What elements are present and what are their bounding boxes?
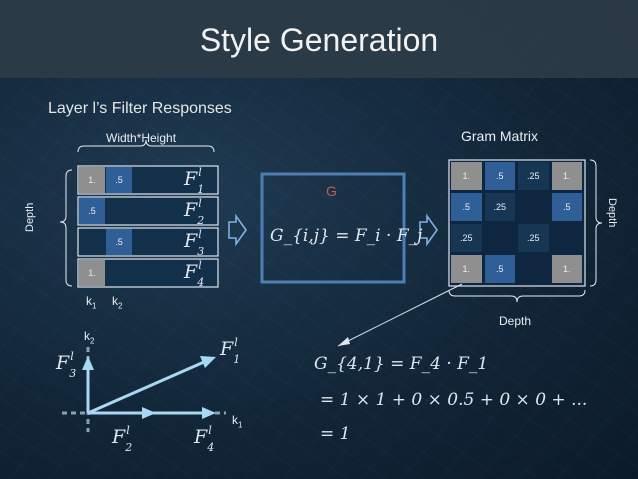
gram-cell: .25 bbox=[518, 162, 549, 190]
filter-label-f4: F4l bbox=[184, 259, 205, 289]
filter-label-f1: F1l bbox=[184, 166, 205, 196]
gram-cell bbox=[551, 224, 582, 252]
gram-cell bbox=[518, 193, 549, 221]
gram-cell: 1. bbox=[551, 255, 582, 283]
equation-line-2: = 1 × 1 + 0 × 0.5 + 0 × 0 + ... bbox=[320, 390, 588, 410]
vector-label-f4: F4l bbox=[194, 424, 215, 454]
gram-cell: .5 bbox=[484, 162, 515, 190]
vector-label-f3: F3l bbox=[56, 350, 77, 380]
gram-cell: .25 bbox=[484, 193, 515, 221]
gram-cell: 1. bbox=[551, 162, 582, 190]
k2-label: k2 bbox=[112, 294, 123, 311]
gram-cell bbox=[484, 224, 515, 252]
gram-formula: G_{i,j} = F_i · F_j bbox=[270, 226, 423, 246]
gram-cell: .5 bbox=[484, 255, 515, 283]
gram-cell: 1. bbox=[451, 162, 482, 190]
k1-axis-label: k1 bbox=[232, 413, 243, 430]
gram-cell: 1. bbox=[451, 255, 482, 283]
gram-cell bbox=[518, 255, 549, 283]
gram-cell: .25 bbox=[518, 224, 549, 252]
gram-cell: .5 bbox=[551, 193, 582, 221]
gram-cell: .5 bbox=[451, 193, 482, 221]
gram-cell: .25 bbox=[451, 224, 482, 252]
vector-label-f2: F2l bbox=[112, 424, 133, 454]
g-box-label: G bbox=[326, 183, 337, 199]
vector-label-f1: F1l bbox=[220, 336, 241, 366]
filter-cell: 1. bbox=[88, 175, 96, 185]
equation-line-3: = 1 bbox=[320, 424, 351, 444]
filter-label-f2: F2l bbox=[184, 197, 205, 227]
k2-axis-label: k2 bbox=[84, 329, 95, 346]
filter-cell: .5 bbox=[88, 206, 96, 216]
filter-cell: .5 bbox=[115, 237, 123, 247]
filter-label-f3: F3l bbox=[184, 228, 205, 258]
filter-cell: 1. bbox=[88, 268, 96, 278]
filter-cell: .5 bbox=[115, 175, 123, 185]
equation-line-1: G_{4,1} = F_4 · F_1 bbox=[314, 354, 489, 374]
k1-label: k1 bbox=[86, 294, 97, 311]
